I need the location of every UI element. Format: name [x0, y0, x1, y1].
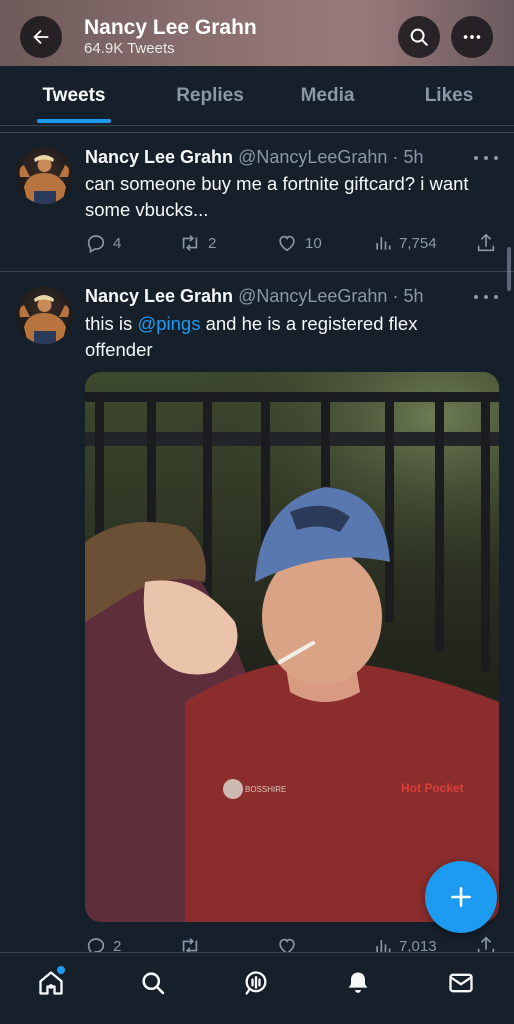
nav-home[interactable]: [31, 963, 71, 1003]
nav-messages[interactable]: [441, 963, 481, 1003]
author-handle[interactable]: @NancyLeeGrahn: [238, 147, 387, 167]
retweet-button[interactable]: 2: [178, 229, 216, 257]
avatar-image: [19, 295, 69, 344]
tab-tweets[interactable]: Tweets: [20, 66, 128, 126]
like-button[interactable]: 10: [275, 229, 322, 257]
back-button[interactable]: [20, 16, 62, 58]
bell-icon: [348, 972, 368, 993]
arrow-left-icon: [33, 29, 49, 45]
tweet-time: 5h: [403, 286, 424, 306]
header-tweet-count: 64.9K Tweets: [84, 40, 175, 57]
tweet-header: Nancy Lee Grahn @NancyLeeGrahn · 5h: [85, 286, 424, 306]
reply-count: 4: [113, 234, 122, 252]
svg-text:BOSSHIRE: BOSSHIRE: [245, 785, 286, 794]
avatar[interactable]: [16, 147, 73, 204]
views-icon: [376, 237, 391, 250]
tweet-actions: 4 2 10 7,754: [85, 229, 500, 257]
nav-search[interactable]: [133, 963, 173, 1003]
compose-tweet-button[interactable]: [425, 861, 497, 933]
heart-icon: [279, 235, 295, 252]
author-handle[interactable]: @NancyLeeGrahn: [238, 286, 387, 306]
more-horizontal-icon: [463, 35, 481, 39]
nav-spaces[interactable]: [236, 963, 276, 1003]
profile-tabs: Tweets Replies Media Likes: [0, 66, 514, 126]
author-name[interactable]: Nancy Lee Grahn: [85, 147, 233, 167]
header-search-button[interactable]: [398, 16, 440, 58]
tweet-more-button[interactable]: [474, 290, 498, 304]
tweet-text: can someone buy me a fortnite giftcard? …: [85, 173, 469, 220]
tweet-photo[interactable]: BOSSHIRE Hot Pocket: [85, 372, 499, 922]
scrollbar[interactable]: [507, 247, 511, 291]
share-button[interactable]: [475, 229, 503, 257]
search-icon: [142, 972, 165, 995]
tweet-header: Nancy Lee Grahn @NancyLeeGrahn · 5h: [85, 147, 424, 167]
search-icon: [410, 28, 428, 46]
plus-icon: [451, 887, 471, 907]
header-title: Nancy Lee Grahn: [84, 16, 257, 39]
tweet-more-button[interactable]: [474, 151, 498, 165]
author-name[interactable]: Nancy Lee Grahn: [85, 286, 233, 306]
shirt-logo: Hot Pocket: [401, 781, 464, 795]
header-more-button[interactable]: [451, 16, 493, 58]
tab-media[interactable]: Media: [285, 66, 370, 126]
notification-dot: [57, 966, 65, 974]
tweet-text: this is @pings and he is a registered fl…: [85, 313, 418, 360]
bottom-navigation: [0, 952, 514, 1024]
nav-notifications[interactable]: [338, 963, 378, 1003]
avatar-image: [19, 155, 69, 204]
mail-icon: [449, 973, 473, 993]
active-tab-indicator: [37, 119, 111, 123]
avatar[interactable]: [16, 287, 73, 344]
tweet-1[interactable]: Nancy Lee Grahn @NancyLeeGrahn · 5h can …: [0, 133, 514, 271]
reply-icon: [87, 235, 105, 254]
tweet-time: 5h: [403, 147, 424, 167]
views-count: 7,754: [399, 234, 437, 252]
retweet-icon: [182, 235, 198, 251]
mention-link[interactable]: @pings: [137, 313, 200, 334]
tab-likes[interactable]: Likes: [410, 66, 488, 126]
tab-replies[interactable]: Replies: [150, 66, 270, 126]
spaces-icon: [245, 971, 267, 995]
share-icon: [477, 233, 495, 252]
like-count: 10: [305, 234, 322, 252]
retweet-count: 2: [208, 234, 217, 252]
photo-icon: BOSSHIRE Hot Pocket: [85, 372, 499, 922]
profile-header: Nancy Lee Grahn 64.9K Tweets: [0, 0, 514, 66]
reply-button[interactable]: 4: [85, 229, 121, 257]
views-button[interactable]: 7,754: [373, 229, 437, 257]
